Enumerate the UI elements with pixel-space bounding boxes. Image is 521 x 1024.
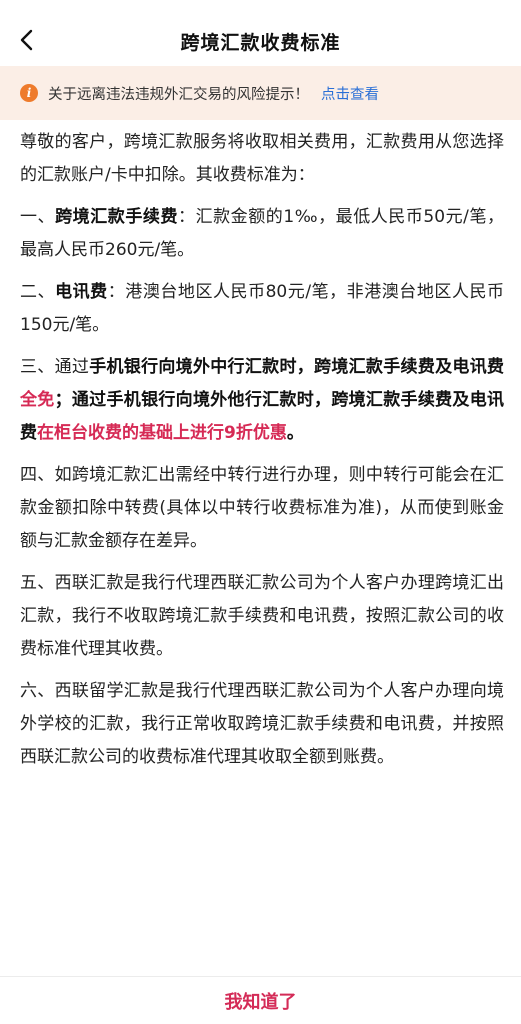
intro-paragraph: 尊敬的客户，跨境汇款服务将收取相关费用，汇款费用从您选择的汇款账户/卡中扣除。其… [20,132,504,185]
item-1-label: 跨境汇款手续费 [55,207,179,227]
item-5-paragraph: 五、西联汇款是我行代理西联汇款公司为个人客户办理跨境汇出汇款，我行不收取跨境汇款… [20,573,504,659]
item-3-s3: 全免 [20,390,55,410]
info-icon: i [20,84,38,102]
confirm-button[interactable]: 我知道了 [225,988,297,1014]
item-6-paragraph: 六、西联留学汇款是我行代理西联汇款公司为个人客户办理向境外学校的汇款，我行正常收… [20,681,504,767]
item-3-s2: 手机银行向境外中行汇款时，跨境汇款手续费及电讯费 [89,357,505,377]
item-4-paragraph: 四、如跨境汇款汇出需经中转行进行办理，则中转行可能会在汇款金额扣除中转费(具体以… [20,465,504,551]
item-2-paragraph: 二、电讯费：港澳台地区人民币80元/笔，非港澳台地区人民币150元/笔。 [20,276,504,342]
item-3-s5: 在柜台收费的基础上进行9折优惠 [37,423,287,443]
item-3-s6: 。 [286,423,304,443]
item-2-label: 电讯费 [55,282,108,302]
notice-view-link[interactable]: 点击查看 [321,83,379,104]
item-3-s1: 三、通过 [20,357,90,377]
item-1-prefix: 一、 [20,207,56,227]
fee-content: 尊敬的客户，跨境汇款服务将收取相关费用，汇款费用从您选择的汇款账户/卡中扣除。其… [20,126,504,783]
page-title: 跨境汇款收费标准 [180,32,341,54]
item-1-paragraph: 一、跨境汇款手续费：汇款金额的1‰，最低人民币50元/笔，最高人民币260元/笔… [20,201,504,267]
item-3-paragraph: 三、通过手机银行向境外中行汇款时，跨境汇款手续费及电讯费全免；通过手机银行向境外… [20,351,504,450]
footer-bar: 我知道了 [0,976,521,1024]
risk-notice-banner: i 关于远离违法违规外汇交易的风险提示！ 点击查看 [0,66,521,120]
notice-text: 关于远离违法违规外汇交易的风险提示！ [48,86,309,103]
item-2-prefix: 二、 [20,282,56,302]
